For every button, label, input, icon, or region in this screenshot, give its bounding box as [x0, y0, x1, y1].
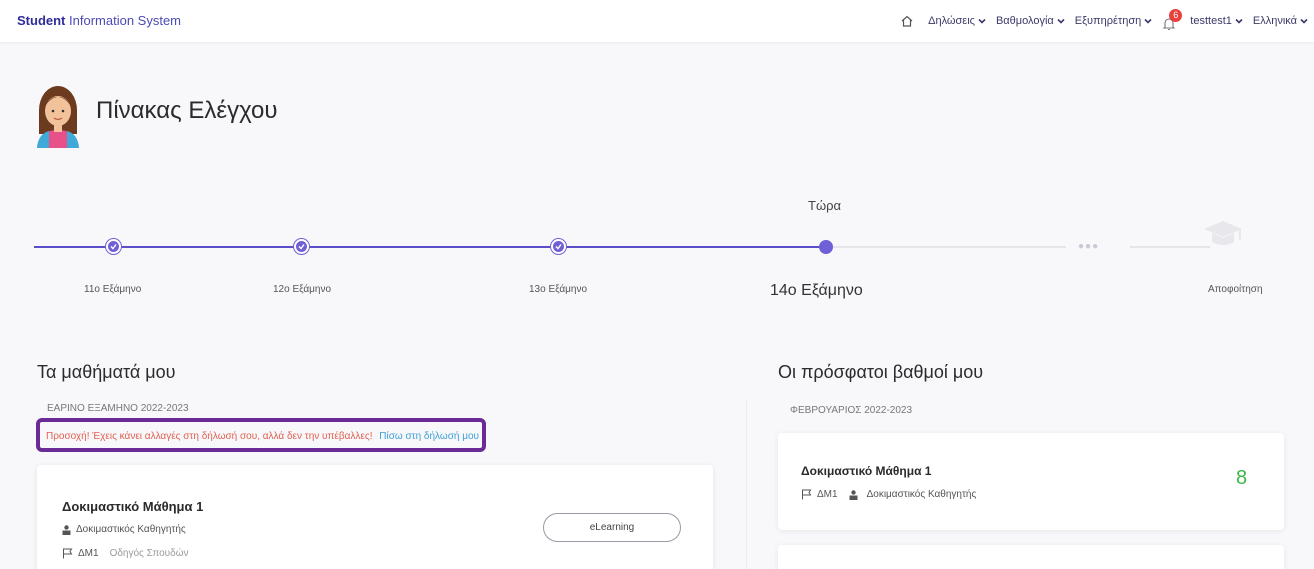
section-divider [746, 400, 747, 569]
course-instructor-name: Δοκιμαστικός Καθηγητής [76, 524, 186, 535]
course-instructor: Δοκιμαστικός Καθηγητής [62, 524, 186, 535]
timeline-label-12: 12ο Εξάμηνο [273, 284, 332, 295]
home-icon[interactable] [900, 14, 914, 28]
user-menu[interactable]: testtest1 [1190, 15, 1243, 27]
timeline-step-12[interactable] [294, 239, 309, 254]
graduation-cap-icon [1204, 221, 1242, 245]
grade-course-code: ΔΜ1 [817, 489, 838, 500]
instructor-icon [849, 489, 858, 500]
brand-logo[interactable]: Student Information System [17, 13, 181, 28]
grade-course-title[interactable]: Δοκιμαστικό Μάθημα 1 [801, 464, 931, 478]
nav-declarations[interactable]: Δηλώσεις [928, 15, 986, 27]
courses-section-title: Τα μαθήματά μου [37, 362, 176, 382]
check-icon [110, 244, 117, 250]
timeline-label-14: 14ο Εξάμηνο [770, 282, 863, 299]
brand-rest: Information System [69, 13, 182, 28]
notifications-button[interactable]: 6 [1162, 9, 1183, 31]
timeline-now-label: Τώρα [808, 198, 842, 213]
timeline-label-11: 11ο Εξάμηνο [84, 284, 142, 295]
elearning-button[interactable]: eLearning [543, 513, 681, 542]
nav-services[interactable]: Εξυπηρέτηση [1075, 15, 1153, 27]
language-label: Ελληνικά [1252, 15, 1297, 27]
flag-icon [802, 489, 812, 500]
warning-text: Προσοχή! Έχεις κάνει αλλαγές στη δήλωσή … [46, 431, 373, 442]
back-to-declaration-link[interactable]: Πίσω στη δήλωσή μου [379, 431, 479, 442]
timeline-step-13[interactable] [551, 239, 566, 254]
timeline-label-graduation: Αποφοίτηση [1208, 284, 1263, 295]
grades-period-label: ΦΕΒΡΟΥΑΡΙΟΣ 2022-2023 [790, 405, 913, 416]
grade-course-instructor: Δοκιμαστικός Καθηγητής [866, 489, 977, 500]
study-guide-link[interactable]: Οδηγός Σπουδών [110, 548, 189, 559]
timeline-step-11[interactable] [106, 239, 121, 254]
semester-timeline: Τώρα ●●● 11ο Εξάμηνο 12ο Εξάμηνο 13ο Εξά… [0, 190, 1314, 310]
nav-services-label: Εξυπηρέτηση [1074, 15, 1142, 27]
grade-card-next[interactable] [778, 545, 1284, 569]
courses-semester-label: ΕΑΡΙΝΟ ΕΞΑΜΗΝΟ 2022-2023 [47, 403, 189, 414]
instructor-icon [62, 524, 71, 535]
grade-value: 8 [1236, 467, 1248, 489]
chevron-down-icon [1235, 18, 1243, 24]
grades-section-title: Οι πρόσφατοι βαθμοί μου [778, 362, 984, 382]
avatar [37, 86, 79, 148]
notification-badge: 6 [1169, 9, 1183, 22]
user-name: testtest1 [1190, 15, 1232, 27]
timeline-future-line [826, 246, 1066, 248]
nav-grading[interactable]: Βαθμολογία [996, 15, 1065, 27]
page-title: Πίνακας Ελέγχου [96, 97, 278, 124]
check-icon [555, 244, 562, 250]
language-menu[interactable]: Ελληνικά [1253, 15, 1308, 27]
chevron-down-icon [978, 18, 986, 24]
grade-course-meta: ΔΜ1 Δοκιμαστικός Καθηγητής [801, 489, 976, 500]
nav-menu: Δηλώσεις Βαθμολογία Εξυπηρέτηση 6 testte… [900, 6, 1308, 36]
grade-card[interactable] [778, 433, 1284, 530]
timeline-step-14-current[interactable] [819, 240, 833, 254]
course-title[interactable]: Δοκιμαστικό Μάθημα 1 [62, 499, 203, 514]
chevron-down-icon [1144, 18, 1152, 24]
timeline-more-dots: ●●● [1078, 241, 1100, 252]
top-navbar: Student Information System Δηλώσεις Βαθμ… [0, 0, 1314, 42]
course-meta: ΔΜ1 Οδηγός Σπουδών [62, 548, 189, 559]
flag-icon [63, 548, 73, 559]
timeline-label-13: 13ο Εξάμηνο [529, 284, 588, 295]
unsubmitted-changes-warning: Προσοχή! Έχεις κάνει αλλαγές στη δήλωσή … [36, 418, 486, 452]
course-code: ΔΜ1 [78, 548, 99, 559]
timeline-progress-line [34, 246, 826, 248]
timeline-future-line-2 [1130, 246, 1210, 248]
brand-bold: Student [17, 13, 66, 28]
chevron-down-icon [1300, 18, 1308, 24]
chevron-down-icon [1057, 18, 1065, 24]
nav-grading-label: Βαθμολογία [995, 15, 1054, 27]
check-icon [298, 244, 305, 250]
nav-declarations-label: Δηλώσεις [928, 15, 975, 27]
